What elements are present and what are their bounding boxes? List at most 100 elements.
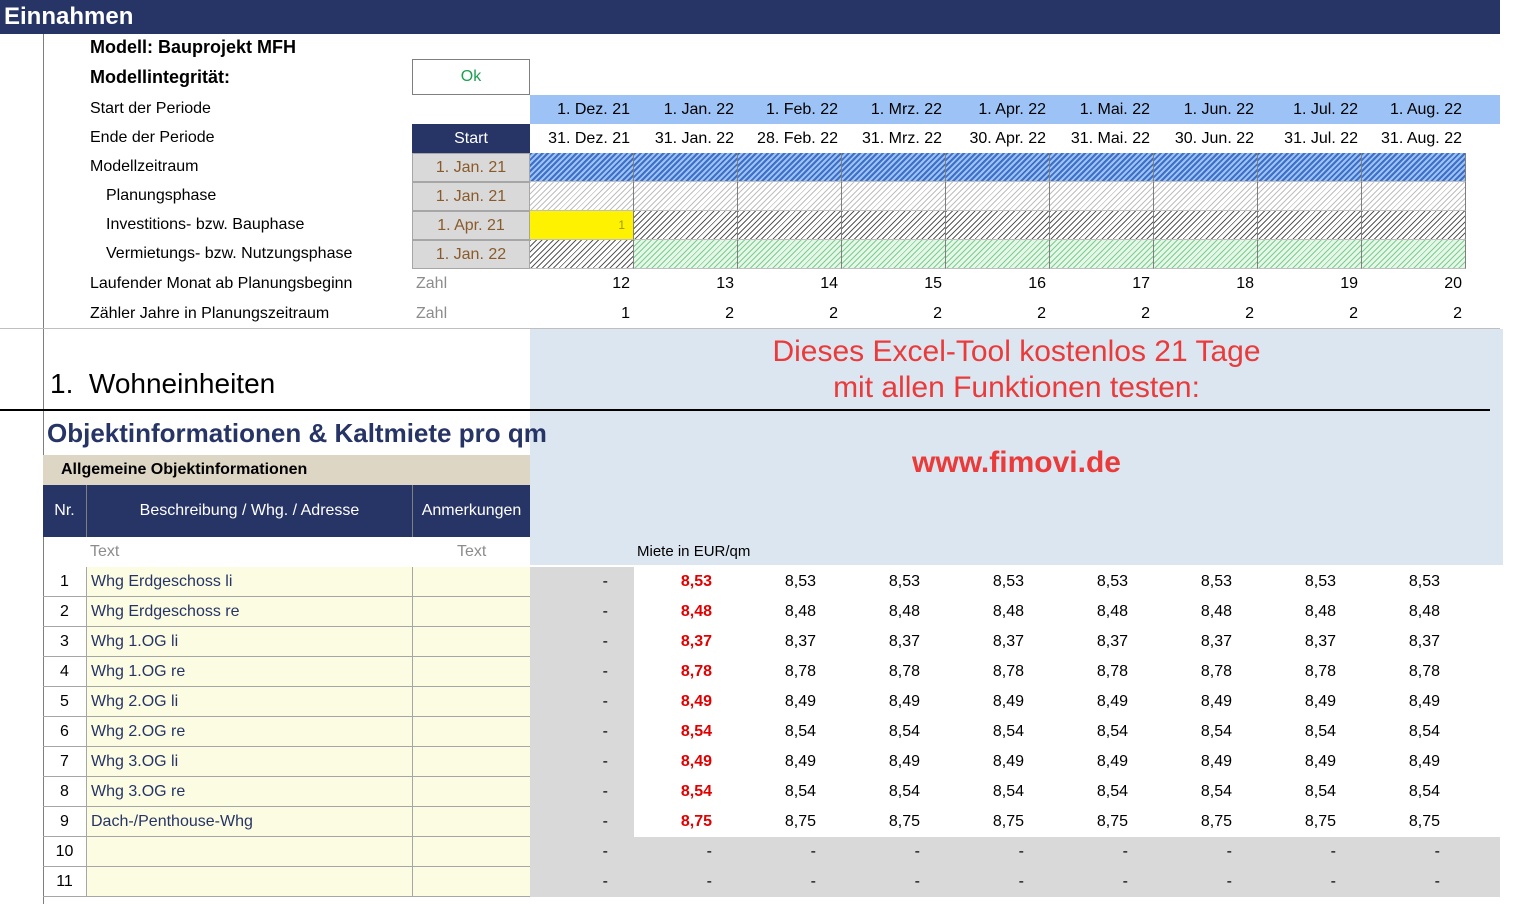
- sheet-title-bar: Einnahmen: [0, 0, 1500, 34]
- promo-url-link[interactable]: www.fimovi.de: [530, 446, 1503, 480]
- row-notes[interactable]: [413, 657, 530, 686]
- month-counter-value: 19: [1340, 275, 1358, 292]
- rental-phase-flag: [1050, 240, 1154, 269]
- period-end-date: 31. Dez. 21: [548, 130, 630, 147]
- rent-value[interactable]: 8,54: [634, 777, 712, 807]
- section-heading: 1. Wohneinheiten: [50, 368, 275, 400]
- rent-placeholder: -: [1122, 873, 1128, 890]
- construction-phase-flag: [1258, 211, 1362, 240]
- row-description[interactable]: Whg 2.OG re: [87, 717, 413, 746]
- rent-value[interactable]: 8,78: [634, 657, 712, 687]
- row-notes[interactable]: [413, 807, 530, 836]
- rent-start-cell: -: [530, 567, 634, 597]
- row-description[interactable]: Whg 3.OG re: [87, 777, 413, 806]
- rent-value: 8,37: [784, 633, 816, 650]
- month-counter-value: 16: [1028, 275, 1046, 292]
- rent-value: 8,49: [992, 693, 1024, 710]
- rent-value: 8,54: [888, 723, 920, 740]
- construction-phase-start[interactable]: 1. Apr. 21: [412, 211, 530, 240]
- planning-phase-start[interactable]: 1. Jan. 21: [412, 182, 530, 211]
- row-description[interactable]: Whg 1.OG li: [87, 627, 413, 656]
- rent-value: 8,75: [1096, 813, 1128, 830]
- model-period-flag: [946, 153, 1050, 182]
- row-description[interactable]: [87, 867, 413, 896]
- rent-value: 8,54: [992, 723, 1024, 740]
- month-counter-value: 20: [1444, 275, 1462, 292]
- month-counter-value: 13: [716, 275, 734, 292]
- row-notes[interactable]: [413, 597, 530, 626]
- row-description[interactable]: Whg Erdgeschoss li: [87, 567, 413, 596]
- rent-value[interactable]: 8,75: [634, 807, 712, 837]
- year-counter-value: 2: [829, 305, 838, 322]
- row-number: 11: [43, 867, 87, 897]
- label-year-counter: Zähler Jahre in Planungszeitraum: [90, 305, 330, 322]
- rent-value: 8,54: [992, 783, 1024, 800]
- row-description[interactable]: Whg 2.OG li: [87, 687, 413, 716]
- model-period-flag: [634, 153, 738, 182]
- rent-value: 8,54: [888, 783, 920, 800]
- row-notes[interactable]: [413, 717, 530, 746]
- rent-value: 8,54: [784, 783, 816, 800]
- rental-phase-flag: [530, 240, 634, 269]
- rent-value[interactable]: 8,53: [634, 567, 712, 597]
- rent-value: 8,53: [1304, 573, 1336, 590]
- row-description[interactable]: Whg 1.OG re: [87, 657, 413, 686]
- rental-phase-flag: [1258, 240, 1362, 269]
- model-period-flag: [1258, 153, 1362, 182]
- row-number: 10: [43, 837, 87, 867]
- row-description[interactable]: Whg 3.OG li: [87, 747, 413, 776]
- rent-value[interactable]: 8,48: [634, 597, 712, 627]
- rent-placeholder: -: [706, 843, 712, 860]
- promo-box[interactable]: Dieses Excel-Tool kostenlos 21 Tage mit …: [530, 329, 1503, 565]
- rent-value[interactable]: 8,37: [634, 627, 712, 657]
- model-period-start[interactable]: 1. Jan. 21: [412, 153, 530, 182]
- integrity-status[interactable]: Ok: [412, 59, 530, 95]
- rent-value: 8,78: [888, 663, 920, 680]
- row-rule: [43, 896, 530, 897]
- rent-value[interactable]: 8,49: [634, 747, 712, 777]
- rent-placeholder: -: [1434, 873, 1440, 890]
- rent-value[interactable]: 8,54: [634, 717, 712, 747]
- promo-line-2: mit allen Funktionen testen:: [833, 371, 1200, 404]
- row-notes[interactable]: [413, 777, 530, 806]
- planning-phase-flag: [946, 182, 1050, 211]
- row-notes[interactable]: [413, 747, 530, 776]
- rent-value: 8,54: [1408, 783, 1440, 800]
- row-notes[interactable]: [413, 837, 530, 866]
- row-notes[interactable]: [413, 687, 530, 716]
- year-counter-value: 2: [725, 305, 734, 322]
- rent-placeholder: -: [1226, 873, 1232, 890]
- row-notes[interactable]: [413, 867, 530, 896]
- rent-value: 8,53: [1408, 573, 1440, 590]
- rent-value[interactable]: 8,49: [634, 687, 712, 717]
- rent-placeholder: -: [914, 843, 920, 860]
- column-header-nr: Nr.: [43, 485, 87, 537]
- rent-value: 8,54: [1200, 783, 1232, 800]
- rent-value: 8,37: [1408, 633, 1440, 650]
- rental-phase-start[interactable]: 1. Jan. 22: [412, 240, 530, 269]
- row-description[interactable]: Whg Erdgeschoss re: [87, 597, 413, 626]
- start-header: Start: [412, 124, 530, 153]
- year-counter-value: 2: [933, 305, 942, 322]
- rent-placeholder: -: [1018, 843, 1024, 860]
- rent-placeholder: -: [810, 843, 816, 860]
- row-number: 2: [43, 597, 87, 627]
- period-start-date: 1. Jun. 22: [1183, 101, 1254, 118]
- row-notes[interactable]: [413, 627, 530, 656]
- rent-placeholder: -: [1018, 873, 1024, 890]
- rent-start-cell: -: [530, 867, 634, 897]
- month-counter-value: 12: [612, 275, 630, 292]
- model-period-flag: [842, 153, 946, 182]
- unit-rent: Miete in EUR/qm: [637, 543, 751, 560]
- rent-value: 8,54: [1408, 723, 1440, 740]
- row-description[interactable]: Dach-/Penthouse-Whg: [87, 807, 413, 836]
- rent-value: 8,48: [1304, 603, 1336, 620]
- row-number: 3: [43, 627, 87, 657]
- rent-placeholder: -: [1330, 843, 1336, 860]
- rent-value: 8,48: [1200, 603, 1232, 620]
- year-counter-value: 2: [1453, 305, 1462, 322]
- row-description[interactable]: [87, 837, 413, 866]
- row-notes[interactable]: [413, 567, 530, 596]
- section-title: Wohneinheiten: [88, 368, 276, 399]
- year-counter-value: 2: [1245, 305, 1254, 322]
